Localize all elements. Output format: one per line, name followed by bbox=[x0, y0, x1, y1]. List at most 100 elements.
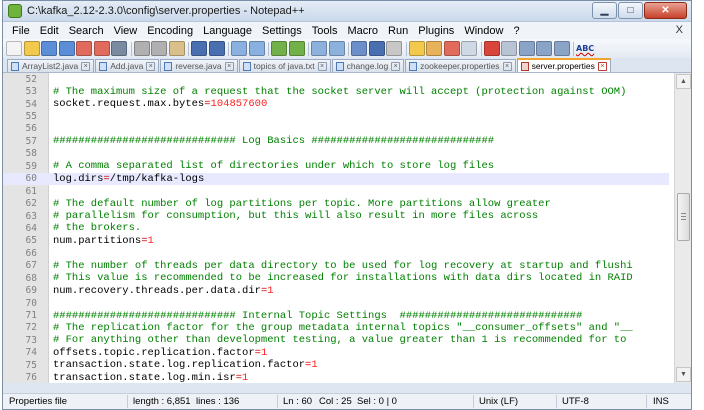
code-line[interactable]: 62 # The default number of log partitions… bbox=[3, 197, 669, 210]
zoom-in-icon[interactable] bbox=[271, 41, 287, 56]
code-line[interactable]: 61 bbox=[3, 185, 669, 197]
status-length: length : 6,851 bbox=[133, 396, 191, 407]
monitoring-icon[interactable] bbox=[461, 41, 477, 56]
close-tab-icon[interactable]: × bbox=[146, 61, 156, 71]
code-line[interactable]: 63 # parallelism for consumption, but thi… bbox=[3, 210, 669, 222]
document-map-icon[interactable] bbox=[426, 41, 442, 56]
code-line[interactable]: 54 socket.request.max.bytes=104857600 bbox=[3, 98, 669, 110]
code-line[interactable]: 72 # The replication factor for the group… bbox=[3, 322, 669, 334]
scroll-up-button[interactable]: ▲ bbox=[676, 74, 691, 89]
function-list-icon[interactable] bbox=[443, 41, 460, 56]
menu-file[interactable]: File bbox=[7, 25, 35, 37]
word-wrap-icon[interactable] bbox=[351, 41, 367, 56]
menu-window[interactable]: Window bbox=[459, 25, 508, 37]
file-icon bbox=[409, 61, 418, 71]
open-file-icon[interactable] bbox=[23, 41, 40, 56]
code-line[interactable]: 57 ############################# Log Basi… bbox=[3, 135, 669, 147]
code-line[interactable]: 74 offsets.topic.replication.factor=1 bbox=[3, 347, 669, 359]
close-icon[interactable] bbox=[76, 41, 92, 56]
code-line[interactable]: 73 # For anything other than development … bbox=[3, 334, 669, 346]
copy-icon[interactable] bbox=[151, 41, 167, 56]
code-line[interactable]: 67 # The number of threads per data direc… bbox=[3, 260, 669, 272]
code-line[interactable]: 71 ############################# Internal… bbox=[3, 309, 669, 322]
minimize-button[interactable]: ▁ bbox=[592, 2, 617, 19]
tab-add-java[interactable]: Add.java × bbox=[95, 59, 160, 72]
menu-macro[interactable]: Macro bbox=[342, 25, 383, 37]
menu-encoding[interactable]: Encoding bbox=[142, 25, 198, 37]
close-tab-icon[interactable]: × bbox=[502, 61, 512, 71]
close-tab-icon[interactable]: × bbox=[224, 61, 234, 71]
title-bar[interactable]: C:\kafka_2.12-2.3.0\config\server.proper… bbox=[3, 1, 691, 22]
scroll-down-button[interactable]: ▼ bbox=[676, 367, 691, 382]
indent-guide-icon[interactable] bbox=[386, 41, 402, 56]
menu-plugins[interactable]: Plugins bbox=[413, 25, 459, 37]
menu-help[interactable]: ? bbox=[508, 25, 524, 37]
code-line[interactable]: 60 log.dirs=/tmp/kafka-logs bbox=[3, 172, 669, 185]
play-macro-icon[interactable] bbox=[518, 41, 535, 56]
tab-zookeeper-properties[interactable]: zookeeper.properties × bbox=[405, 59, 516, 72]
sync-scroll-v-icon[interactable] bbox=[311, 41, 327, 56]
close-tab-icon[interactable]: × bbox=[317, 61, 327, 71]
token-comment: # For anything other than development te… bbox=[53, 334, 627, 347]
save-macro-icon[interactable] bbox=[553, 41, 570, 56]
folder-workspace-icon[interactable] bbox=[408, 41, 425, 56]
code-line[interactable]: 69 num.recovery.threads.per.data.dir=1 bbox=[3, 284, 669, 297]
code-line[interactable]: 70 bbox=[3, 297, 669, 309]
token-comment: # The number of threads per data directo… bbox=[53, 259, 633, 272]
cut-icon[interactable] bbox=[133, 41, 150, 56]
code-line[interactable]: 75 transaction.state.log.replication.fact… bbox=[3, 359, 669, 371]
code-line[interactable]: 66 bbox=[3, 247, 669, 259]
code-line[interactable]: 65 num.partitions=1 bbox=[3, 235, 669, 247]
tab-reverse-java[interactable]: reverse.java × bbox=[160, 59, 238, 72]
close-all-icon[interactable] bbox=[93, 41, 110, 56]
tab-topics-of-java-txt[interactable]: topics of java.txt × bbox=[238, 59, 331, 72]
sync-scroll-h-icon[interactable] bbox=[328, 41, 345, 56]
menu-view[interactable]: View bbox=[109, 25, 143, 37]
code-line[interactable]: 64 # the brokers. bbox=[3, 222, 669, 234]
close-tab-icon[interactable]: × bbox=[81, 61, 91, 71]
new-file-icon[interactable] bbox=[6, 41, 22, 56]
spellcheck-icon[interactable]: ABC bbox=[576, 41, 598, 56]
stop-macro-icon[interactable] bbox=[501, 41, 517, 56]
print-icon[interactable] bbox=[111, 41, 127, 56]
tab-arraylist2-java[interactable]: ArrayList2.java × bbox=[7, 59, 95, 72]
redo-icon[interactable] bbox=[208, 41, 225, 56]
toolbar-separator bbox=[480, 41, 482, 56]
code-line[interactable]: 68 # This value is recommended to be incr… bbox=[3, 272, 669, 284]
close-tab-icon[interactable]: × bbox=[391, 61, 401, 71]
vertical-scrollbar[interactable]: ▲ ▼ bbox=[674, 73, 691, 383]
menu-language[interactable]: Language bbox=[198, 25, 257, 37]
menu-settings[interactable]: Settings bbox=[257, 25, 307, 37]
show-all-chars-icon[interactable] bbox=[368, 41, 385, 56]
menu-run[interactable]: Run bbox=[383, 25, 413, 37]
close-tab-icon[interactable]: × bbox=[597, 61, 607, 71]
code-line[interactable]: 56 bbox=[3, 123, 669, 135]
menu-search[interactable]: Search bbox=[64, 25, 109, 37]
menu-edit[interactable]: Edit bbox=[35, 25, 64, 37]
find-icon[interactable] bbox=[231, 41, 247, 56]
save-all-icon[interactable] bbox=[58, 41, 75, 56]
code-line[interactable]: 55 bbox=[3, 110, 669, 122]
maximize-button[interactable]: □ bbox=[618, 2, 643, 19]
tab-server-properties[interactable]: server.properties × bbox=[516, 58, 611, 72]
paste-icon[interactable] bbox=[168, 41, 185, 56]
close-document-button[interactable]: X bbox=[676, 24, 683, 36]
close-window-button[interactable]: ✕ bbox=[644, 2, 687, 19]
editor[interactable]: 52 53 # The maximum size of a request that… bbox=[3, 73, 691, 383]
replace-icon[interactable] bbox=[248, 41, 265, 56]
token-num: 1 bbox=[311, 359, 318, 372]
file-icon bbox=[520, 61, 529, 71]
code-line[interactable]: 58 bbox=[3, 148, 669, 160]
tab-change-log[interactable]: change.log × bbox=[331, 59, 405, 72]
code-line[interactable]: 76 transaction.state.log.min.isr=1 bbox=[3, 372, 669, 383]
code-line[interactable]: 52 bbox=[3, 73, 669, 85]
menu-tools[interactable]: Tools bbox=[307, 25, 343, 37]
save-icon[interactable] bbox=[41, 41, 57, 56]
code-line[interactable]: 59 # A comma separated list of directorie… bbox=[3, 160, 669, 172]
scroll-thumb[interactable] bbox=[677, 193, 690, 241]
run-macro-multiple-icon[interactable] bbox=[536, 41, 552, 56]
zoom-out-icon[interactable] bbox=[288, 41, 305, 56]
record-macro-icon[interactable] bbox=[483, 41, 500, 56]
undo-icon[interactable] bbox=[191, 41, 207, 56]
code-line[interactable]: 53 # The maximum size of a request that t… bbox=[3, 85, 669, 98]
